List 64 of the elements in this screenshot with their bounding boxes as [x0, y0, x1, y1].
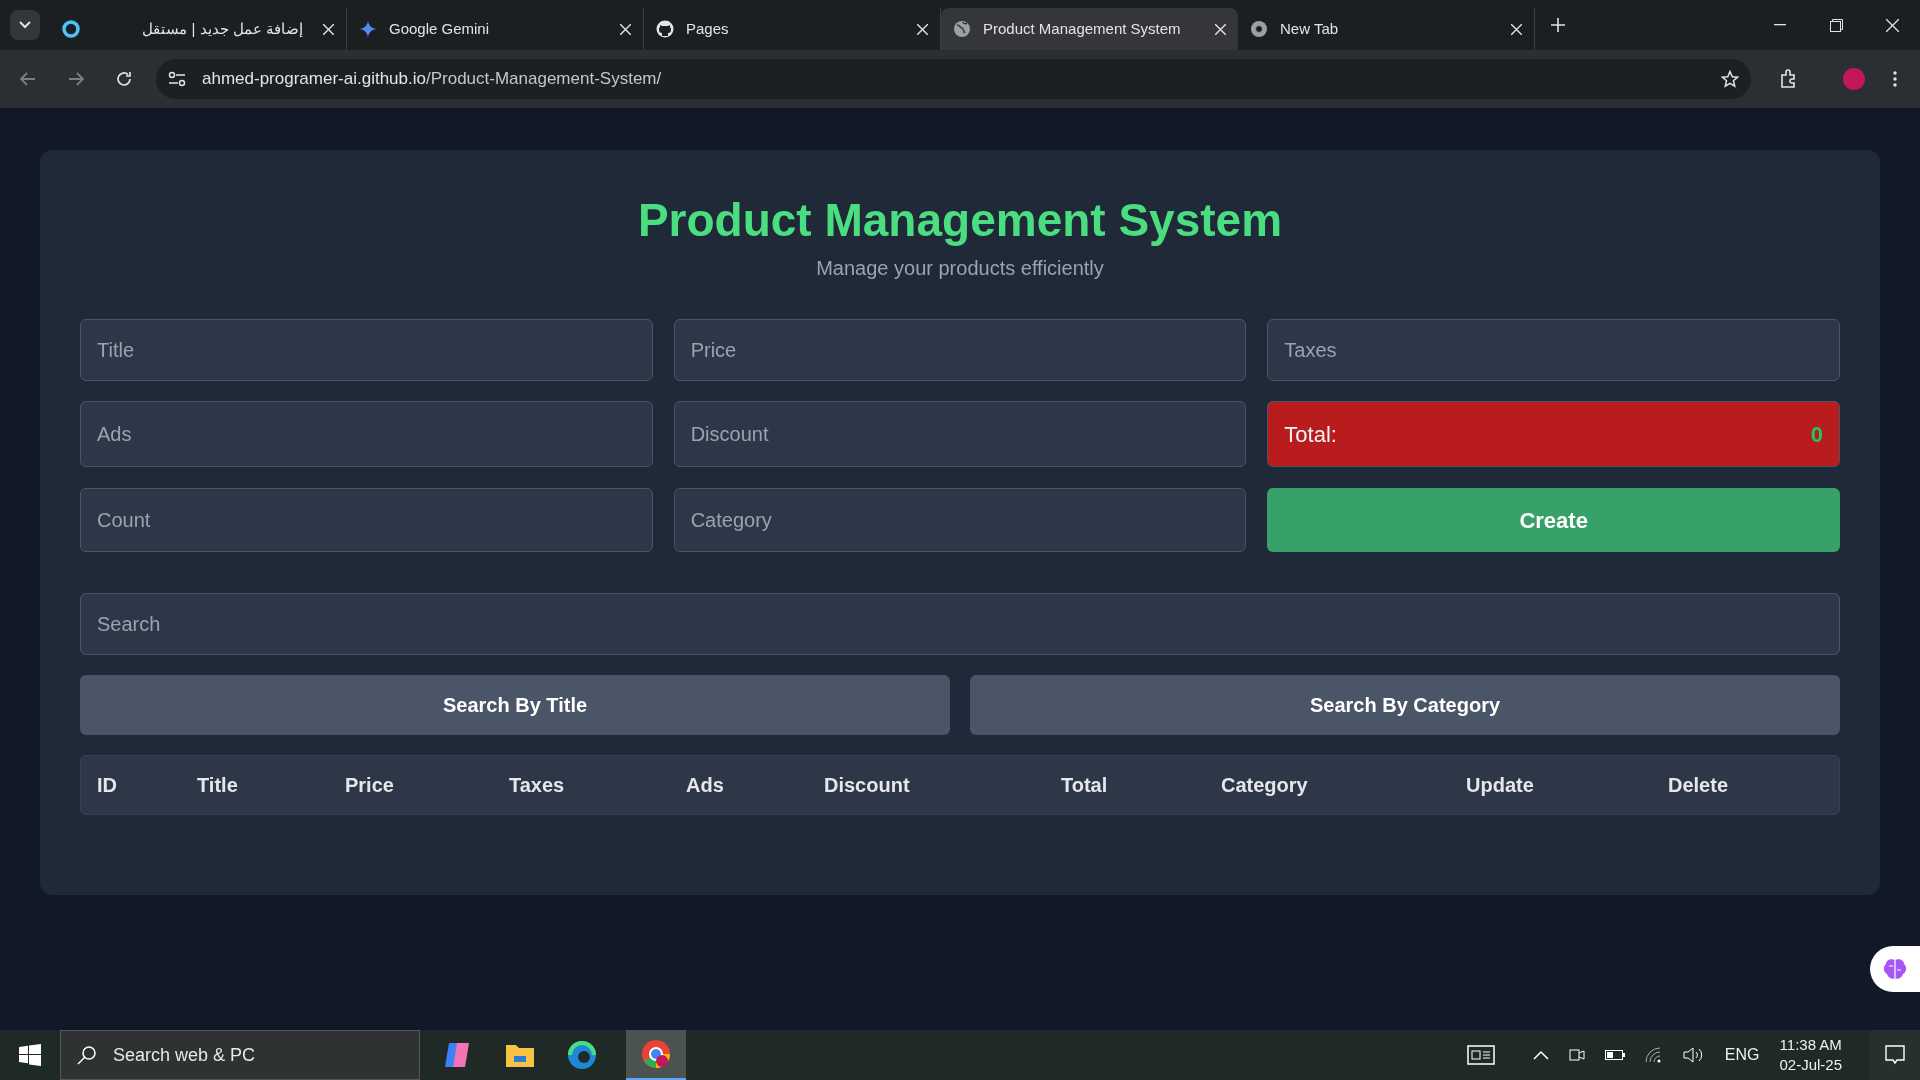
chevron-down-icon	[19, 21, 31, 29]
input-field[interactable]: Discount	[673, 401, 1247, 467]
search-button[interactable]: Search By Category	[970, 675, 1840, 735]
close-tab-icon[interactable]	[1511, 23, 1522, 35]
input-field[interactable]: Count	[80, 488, 653, 552]
total-value: 0	[1810, 420, 1823, 449]
column-header: Taxes	[509, 773, 566, 798]
reload-icon[interactable]	[116, 71, 132, 87]
close-tab-icon[interactable]	[917, 23, 928, 35]
restore-icon	[1829, 18, 1843, 32]
column-header: Discount	[824, 773, 911, 798]
url-text: ahmed-programer-ai.github.io/Product-Management-System/	[202, 68, 663, 91]
star-icon[interactable]	[1721, 70, 1739, 88]
browser-tab[interactable]: Product Management System	[941, 8, 1238, 50]
speaker-icon[interactable]	[1682, 1046, 1705, 1064]
search-icon	[77, 1045, 97, 1065]
forward-icon[interactable]	[68, 72, 84, 86]
chrome-taskbar-icon[interactable]	[626, 1030, 686, 1080]
close-icon	[1885, 18, 1899, 32]
close-tab-icon[interactable]	[323, 23, 334, 35]
language-indicator[interactable]: ENG	[1724, 1043, 1760, 1067]
battery-icon[interactable]	[1604, 1050, 1625, 1060]
close-tab-icon[interactable]	[620, 23, 631, 35]
notification-button[interactable]	[1870, 1030, 1920, 1080]
column-header: Delete	[1668, 773, 1730, 798]
input-field[interactable]: Price	[673, 319, 1247, 381]
column-header: Ads	[686, 773, 725, 798]
column-header: Category	[1221, 773, 1309, 798]
page-title: Product Management System	[636, 193, 1284, 248]
input-field[interactable]: Title	[80, 319, 653, 381]
column-header: Total	[1061, 773, 1109, 798]
search-button[interactable]: Search By Title	[80, 675, 950, 735]
page-subtitle: Manage your products efficiently	[815, 256, 1105, 281]
tab-list-button[interactable]	[10, 10, 40, 40]
taskbar-search-box[interactable]: Search web & PC	[60, 1030, 420, 1080]
menu-icon[interactable]	[1893, 71, 1897, 87]
close-tab-icon[interactable]	[1215, 23, 1226, 35]
circle-logo-icon	[62, 20, 80, 38]
input-field[interactable]: Taxes	[1267, 319, 1840, 381]
column-header: Update	[1466, 773, 1535, 798]
site-settings-icon[interactable]	[168, 71, 186, 87]
column-header: Price	[345, 773, 395, 798]
input-field[interactable]: Ads	[80, 401, 653, 467]
chevron-up-icon[interactable]	[1532, 1050, 1549, 1060]
plus-icon	[1551, 18, 1565, 32]
chat-bubble-icon	[1885, 1045, 1905, 1065]
total-label: Total:	[1284, 420, 1337, 449]
column-header: ID	[97, 773, 118, 798]
column-header: Title	[197, 773, 239, 798]
news-icon[interactable]	[1466, 1045, 1497, 1065]
back-icon[interactable]	[20, 72, 36, 86]
clock[interactable]: 11:38 AM 02-Jul-25	[1779, 1035, 1842, 1075]
octocat-icon	[656, 20, 674, 38]
camera-icon[interactable]	[1568, 1046, 1585, 1064]
wifi-icon[interactable]	[1644, 1047, 1663, 1063]
address-bar[interactable]: ahmed-programer-ai.github.io/Product-Management-System/	[156, 59, 1751, 99]
assistant-button[interactable]	[1870, 946, 1920, 992]
input-field[interactable]: Category	[673, 488, 1247, 552]
sparkle-icon	[359, 20, 377, 38]
globe-icon	[953, 20, 971, 38]
search-field[interactable]: Search	[80, 593, 1840, 655]
minimize-icon	[1774, 24, 1786, 26]
brain-icon	[1883, 958, 1907, 980]
windows-start-icon[interactable]	[19, 1044, 41, 1066]
